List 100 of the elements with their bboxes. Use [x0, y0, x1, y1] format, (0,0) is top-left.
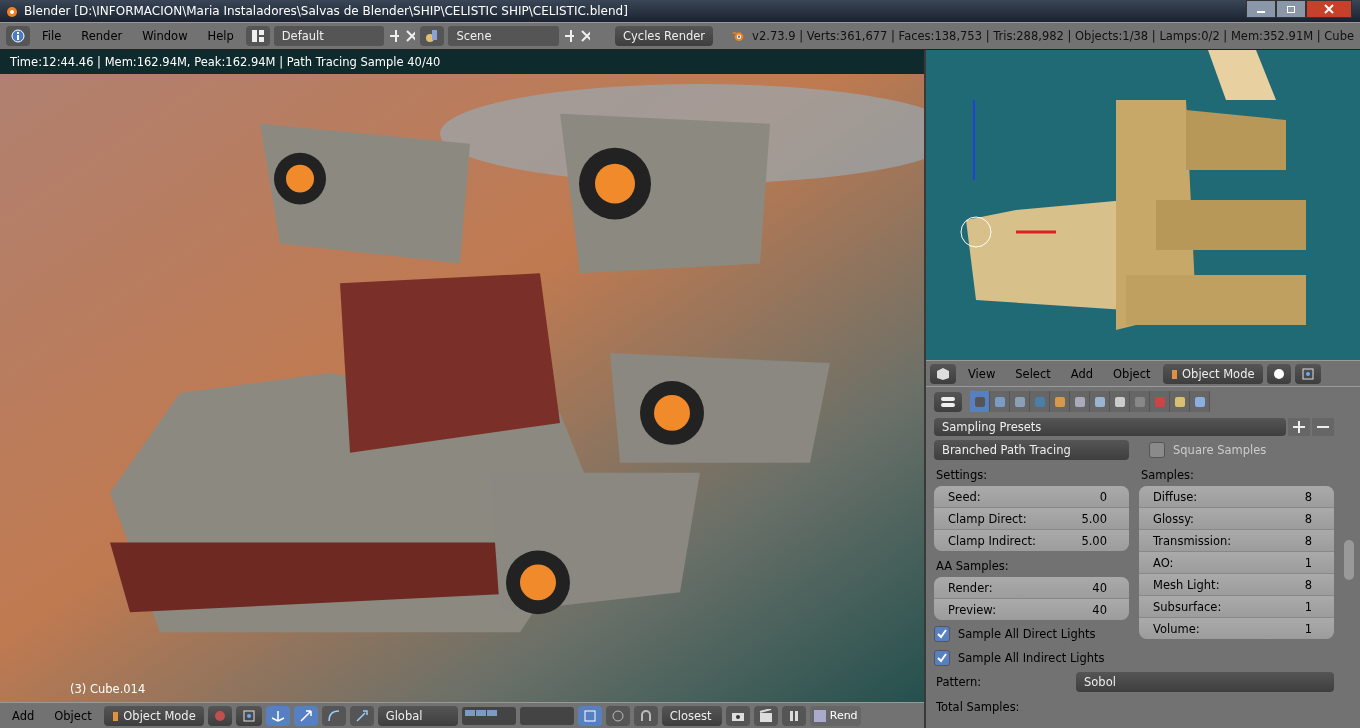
translate-button[interactable]	[293, 705, 318, 726]
layers-icon[interactable]	[461, 706, 516, 725]
proportional-edit-button[interactable]	[605, 705, 630, 726]
scale-icon	[354, 708, 369, 723]
clapperboard-icon	[758, 708, 773, 723]
scene-button[interactable]	[420, 26, 445, 46]
arrow-icon	[298, 708, 313, 723]
render-info-text: Time:12:44.46 | Mem:162.94M, Peak:162.94M | Path Tracing Sample 40/40	[10, 55, 441, 69]
number-field[interactable]: AO: 1	[1139, 552, 1334, 573]
minimize-button[interactable]	[1246, 0, 1276, 18]
menu-item[interactable]: View	[960, 364, 1004, 383]
axes-icon	[270, 708, 285, 723]
checkbox-label: Sample All Indirect Lights	[958, 651, 1105, 665]
scene-field[interactable]: Scene	[448, 26, 559, 46]
pivot-dropdown[interactable]	[235, 705, 262, 726]
checkbox-label: Sample All Direct Lights	[958, 627, 1096, 641]
property-tab[interactable]	[1130, 391, 1150, 412]
editor-type-button[interactable]	[930, 363, 956, 384]
maximize-button[interactable]	[1276, 0, 1306, 18]
section-label: Total Samples:	[935, 699, 1021, 714]
mode-dropdown[interactable]: Object Mode	[103, 705, 204, 726]
property-tab[interactable]	[1110, 391, 1130, 412]
add-icon[interactable]	[389, 29, 400, 43]
magnet-icon	[638, 708, 653, 723]
number-field[interactable]: Diffuse: 8	[1139, 486, 1334, 507]
manipulator-button[interactable]	[265, 705, 290, 726]
remove-preset-button[interactable]	[1312, 418, 1334, 436]
number-field[interactable]: Render: 40	[934, 577, 1129, 598]
info-icon	[11, 29, 25, 43]
render-animation-button[interactable]	[753, 705, 778, 726]
add-preset-button[interactable]	[1288, 418, 1310, 436]
pattern-label: Pattern:	[936, 675, 982, 689]
checkbox[interactable]	[934, 650, 950, 666]
number-field[interactable]: Clamp Indirect: 5.00	[934, 530, 1129, 551]
pivot-dropdown[interactable]	[1294, 363, 1321, 384]
shading-dropdown[interactable]	[1266, 363, 1291, 384]
close-icon[interactable]	[405, 29, 416, 43]
active-object-label: (3) Cube.014	[70, 682, 146, 696]
minimize-icon	[1257, 11, 1265, 13]
number-field[interactable]: Volume: 1	[1139, 618, 1334, 639]
add-icon[interactable]	[563, 29, 574, 43]
checkbox[interactable]	[1149, 442, 1165, 458]
checkbox-label: Square Samples	[1173, 443, 1267, 457]
scale-button[interactable]	[349, 705, 374, 726]
section-label: AA Samples:	[935, 558, 1010, 573]
close-button[interactable]	[1306, 0, 1352, 18]
menu-item[interactable]: File	[34, 27, 70, 45]
section-label: Settings:	[935, 467, 989, 482]
number-field[interactable]: Subsurface: 1	[1139, 596, 1334, 617]
property-tab[interactable]	[1070, 391, 1090, 412]
integrator-dropdown[interactable]: Branched Path Tracing	[934, 440, 1129, 460]
number-field[interactable]: Transmission: 8	[1139, 530, 1334, 551]
pause-button[interactable]	[781, 705, 806, 726]
menu-item[interactable]: Window	[134, 27, 196, 45]
maximize-icon	[1286, 4, 1296, 14]
snap-button[interactable]	[633, 705, 658, 726]
mode-dropdown[interactable]: Object Mode	[1162, 363, 1263, 384]
layout-field[interactable]: Default	[273, 26, 385, 46]
lock-camera-button[interactable]	[577, 705, 602, 726]
snap-target-dropdown[interactable]: Closest	[661, 705, 722, 726]
number-field[interactable]: Seed: 0	[934, 486, 1129, 507]
app-logo-icon	[4, 4, 18, 18]
property-tab[interactable]	[1170, 391, 1190, 412]
close-icon[interactable]	[579, 29, 590, 43]
menu-item[interactable]: Object	[1105, 364, 1159, 383]
property-tab[interactable]	[1010, 391, 1030, 412]
menu-item[interactable]: Select	[1007, 364, 1059, 383]
close-icon	[1323, 4, 1335, 14]
number-field[interactable]: Mesh Light: 8	[1139, 574, 1334, 595]
render-image-button[interactable]	[725, 705, 750, 726]
menu-item[interactable]: Add	[1062, 364, 1102, 383]
property-tab[interactable]	[1090, 391, 1110, 412]
checkbox[interactable]	[934, 626, 950, 642]
info-editor-button[interactable]	[6, 26, 30, 46]
plus-icon	[1293, 421, 1305, 433]
scrollbar-thumb[interactable]	[1344, 540, 1354, 580]
render-button[interactable]: Rend	[809, 705, 861, 726]
menu-item[interactable]: Object	[46, 706, 100, 725]
rotate-button[interactable]	[321, 705, 346, 726]
pivot-icon	[1300, 366, 1315, 381]
presets-dropdown[interactable]: Sampling Presets	[934, 418, 1286, 436]
orientation-dropdown[interactable]: Global	[377, 705, 458, 726]
menu-item[interactable]: Add	[4, 706, 43, 725]
pattern-dropdown[interactable]: Sobol	[1076, 672, 1334, 692]
number-field[interactable]: Glossy: 8	[1139, 508, 1334, 529]
property-tab[interactable]	[990, 391, 1010, 412]
property-tab[interactable]	[1050, 391, 1070, 412]
render-engine-dropdown[interactable]: Cycles Render	[615, 26, 714, 46]
menu-item[interactable]: Help	[199, 27, 242, 45]
number-field[interactable]: Clamp Direct: 5.00	[934, 508, 1129, 529]
layers-icon[interactable]	[519, 706, 574, 725]
layout-icon	[250, 29, 265, 43]
arc-icon	[326, 708, 341, 723]
screen-layout-button[interactable]	[245, 26, 270, 46]
property-tab[interactable]	[1190, 391, 1210, 412]
menu-item[interactable]: Render	[73, 27, 131, 45]
toggle-icon	[940, 395, 956, 408]
editor-type-button[interactable]	[934, 391, 962, 412]
number-field[interactable]: Preview: 40	[934, 599, 1129, 620]
section-label: Samples:	[1140, 467, 1195, 482]
